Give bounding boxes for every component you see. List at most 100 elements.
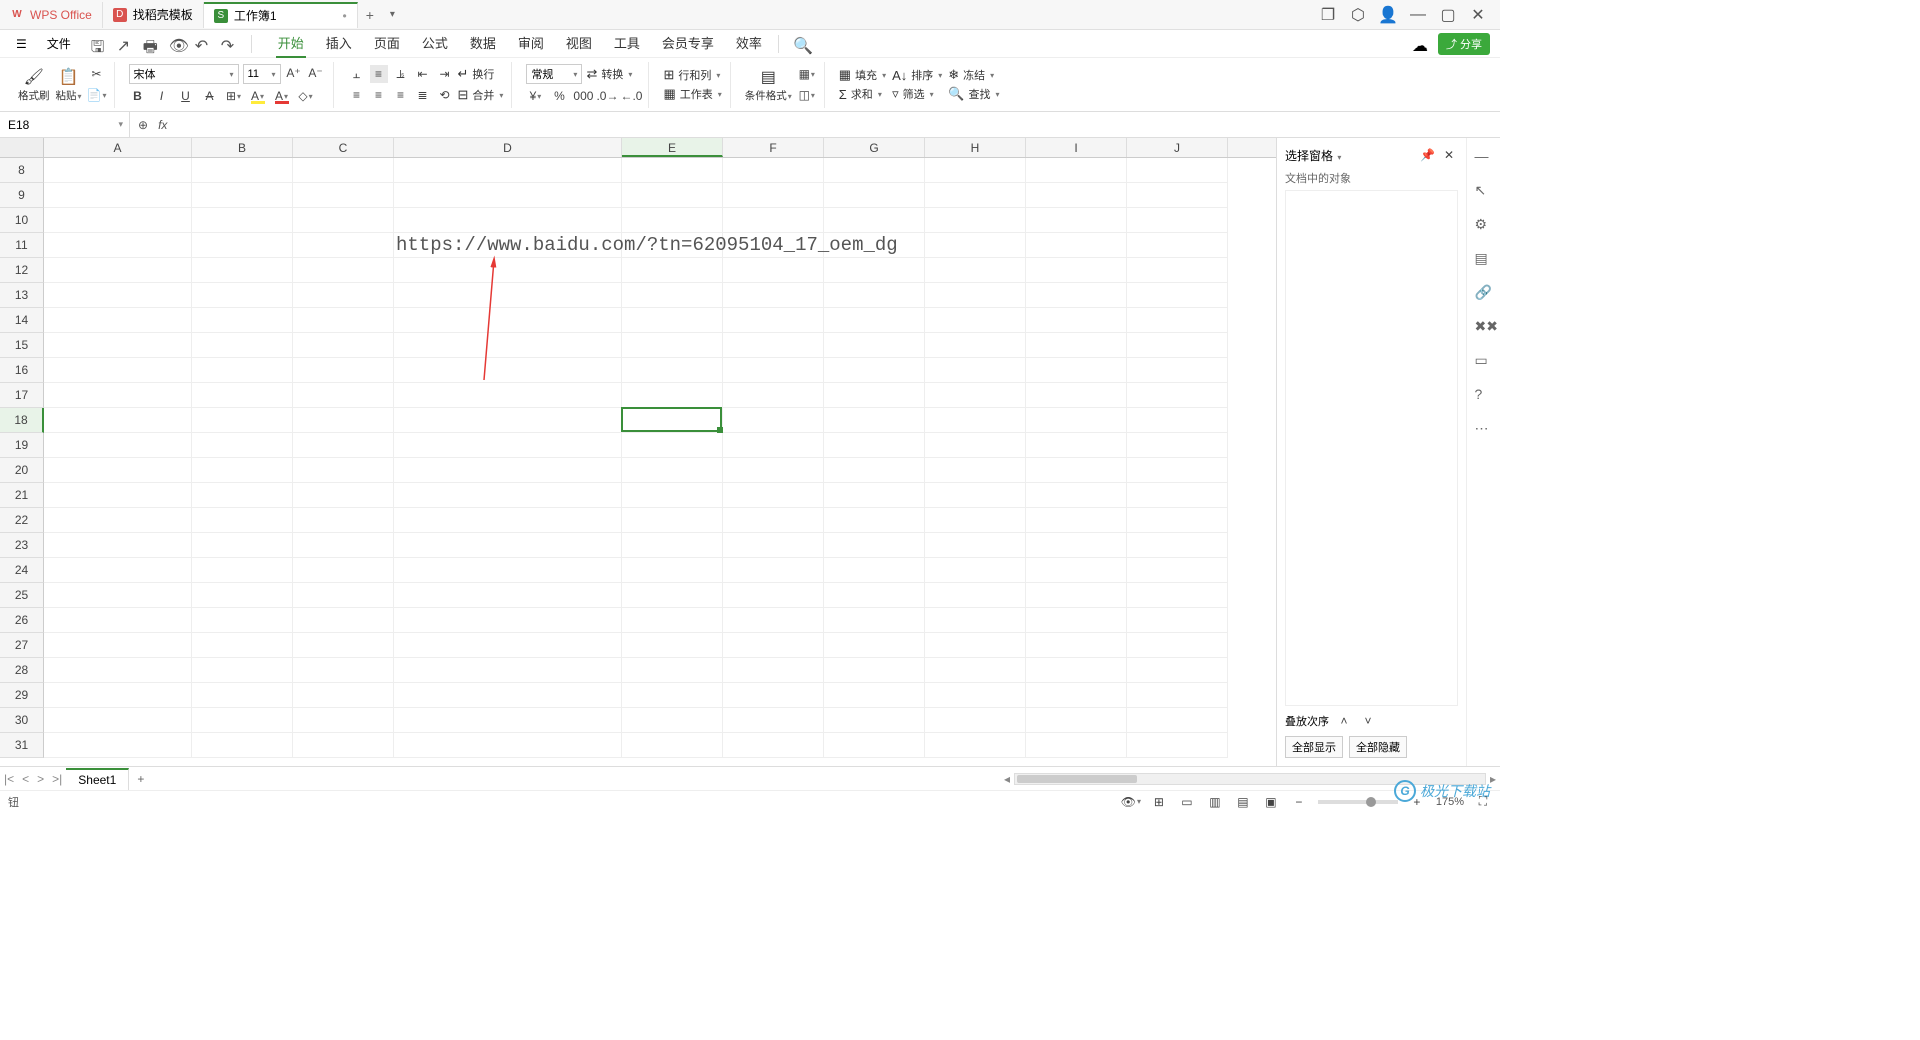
cell-D16[interactable] bbox=[394, 358, 622, 383]
border-button[interactable]: ⊞▾ bbox=[225, 87, 243, 105]
cell-A14[interactable] bbox=[44, 308, 192, 333]
expand-icon[interactable]: ⊕ bbox=[138, 118, 148, 132]
cell-style-icon[interactable]: ◫▾ bbox=[798, 86, 816, 104]
cell-F15[interactable] bbox=[723, 333, 824, 358]
row-header-13[interactable]: 13 bbox=[0, 283, 44, 308]
cell-C20[interactable] bbox=[293, 458, 394, 483]
cell-A19[interactable] bbox=[44, 433, 192, 458]
cell-E18[interactable] bbox=[622, 408, 723, 433]
col-header-I[interactable]: I bbox=[1026, 138, 1127, 157]
preview-icon[interactable]: 👁 bbox=[169, 36, 185, 52]
cell-B26[interactable] bbox=[192, 608, 293, 633]
cell-G27[interactable] bbox=[824, 633, 925, 658]
cell-B17[interactable] bbox=[192, 383, 293, 408]
row-header-23[interactable]: 23 bbox=[0, 533, 44, 558]
cell-C12[interactable] bbox=[293, 258, 394, 283]
cell-G25[interactable] bbox=[824, 583, 925, 608]
merge-button[interactable]: ⊟合并▾ bbox=[458, 86, 504, 104]
col-header-H[interactable]: H bbox=[925, 138, 1026, 157]
cell-C13[interactable] bbox=[293, 283, 394, 308]
cell-D23[interactable] bbox=[394, 533, 622, 558]
sum-button[interactable]: Σ求和▾ bbox=[839, 86, 886, 102]
cell-F17[interactable] bbox=[723, 383, 824, 408]
convert-button[interactable]: ⇄转换▾ bbox=[586, 64, 632, 84]
cell-C30[interactable] bbox=[293, 708, 394, 733]
cell-A22[interactable] bbox=[44, 508, 192, 533]
cell-I11[interactable] bbox=[1026, 233, 1127, 258]
copy-icon[interactable]: 📄▾ bbox=[88, 86, 106, 104]
row-header-29[interactable]: 29 bbox=[0, 683, 44, 708]
cell-F27[interactable] bbox=[723, 633, 824, 658]
cell-A30[interactable] bbox=[44, 708, 192, 733]
cell-I18[interactable] bbox=[1026, 408, 1127, 433]
cell-C17[interactable] bbox=[293, 383, 394, 408]
cell-E20[interactable] bbox=[622, 458, 723, 483]
cell-J21[interactable] bbox=[1127, 483, 1228, 508]
cell-F26[interactable] bbox=[723, 608, 824, 633]
cell-D15[interactable] bbox=[394, 333, 622, 358]
cell-A8[interactable] bbox=[44, 158, 192, 183]
font-size-select[interactable]: 11▾ bbox=[243, 64, 281, 84]
cell-E29[interactable] bbox=[622, 683, 723, 708]
cell-C9[interactable] bbox=[293, 183, 394, 208]
cell-B14[interactable] bbox=[192, 308, 293, 333]
cell-J28[interactable] bbox=[1127, 658, 1228, 683]
row-header-16[interactable]: 16 bbox=[0, 358, 44, 383]
cell-G20[interactable] bbox=[824, 458, 925, 483]
cell-A21[interactable] bbox=[44, 483, 192, 508]
cell-E25[interactable] bbox=[622, 583, 723, 608]
hide-all-button[interactable]: 全部隐藏 bbox=[1349, 736, 1407, 758]
name-box[interactable]: E18 bbox=[0, 112, 130, 137]
strike-button[interactable]: A bbox=[201, 87, 219, 105]
cell-E14[interactable] bbox=[622, 308, 723, 333]
align-bottom-icon[interactable]: ⫡ bbox=[392, 65, 410, 83]
menu-tab-效率[interactable]: 效率 bbox=[734, 29, 764, 58]
save-icon[interactable]: 🖫 bbox=[91, 36, 107, 52]
cell-F18[interactable] bbox=[723, 408, 824, 433]
cell-G16[interactable] bbox=[824, 358, 925, 383]
cell-F21[interactable] bbox=[723, 483, 824, 508]
cell-F22[interactable] bbox=[723, 508, 824, 533]
cell-A29[interactable] bbox=[44, 683, 192, 708]
align-middle-icon[interactable]: ≡ bbox=[370, 65, 388, 83]
col-header-D[interactable]: D bbox=[394, 138, 622, 157]
col-header-A[interactable]: A bbox=[44, 138, 192, 157]
zoom-out-icon[interactable]: − bbox=[1290, 793, 1308, 811]
percent-icon[interactable]: % bbox=[550, 87, 568, 105]
increase-font-icon[interactable]: A⁺ bbox=[285, 64, 303, 82]
cell-D19[interactable] bbox=[394, 433, 622, 458]
cell-H21[interactable] bbox=[925, 483, 1026, 508]
cell-B20[interactable] bbox=[192, 458, 293, 483]
layers-icon[interactable]: ▤ bbox=[1475, 250, 1493, 268]
cell-G21[interactable] bbox=[824, 483, 925, 508]
cell-F20[interactable] bbox=[723, 458, 824, 483]
cell-B22[interactable] bbox=[192, 508, 293, 533]
cell-H26[interactable] bbox=[925, 608, 1026, 633]
cell-I12[interactable] bbox=[1026, 258, 1127, 283]
fill-color-button[interactable]: A▾ bbox=[249, 87, 267, 105]
number-format-select[interactable]: 常规▾ bbox=[526, 64, 582, 84]
cell-J11[interactable] bbox=[1127, 233, 1228, 258]
row-header-14[interactable]: 14 bbox=[0, 308, 44, 333]
menu-tab-视图[interactable]: 视图 bbox=[564, 29, 594, 58]
cell-C28[interactable] bbox=[293, 658, 394, 683]
col-header-G[interactable]: G bbox=[824, 138, 925, 157]
cell-J30[interactable] bbox=[1127, 708, 1228, 733]
row-header-9[interactable]: 9 bbox=[0, 183, 44, 208]
cell-F13[interactable] bbox=[723, 283, 824, 308]
select-icon[interactable]: ↖ bbox=[1475, 182, 1493, 200]
row-header-12[interactable]: 12 bbox=[0, 258, 44, 283]
panel-title[interactable]: 选择窗格 ▾ bbox=[1285, 147, 1341, 164]
cell-E15[interactable] bbox=[622, 333, 723, 358]
cell-D22[interactable] bbox=[394, 508, 622, 533]
cell-J26[interactable] bbox=[1127, 608, 1228, 633]
cell-I31[interactable] bbox=[1026, 733, 1127, 758]
cell-G29[interactable] bbox=[824, 683, 925, 708]
sheet-nav-last[interactable]: >| bbox=[48, 772, 66, 786]
view-break-icon[interactable]: ▤ bbox=[1234, 793, 1252, 811]
cell-B9[interactable] bbox=[192, 183, 293, 208]
cell-J27[interactable] bbox=[1127, 633, 1228, 658]
cell-C11[interactable] bbox=[293, 233, 394, 258]
align-left-icon[interactable]: ≡ bbox=[348, 86, 366, 104]
freeze-button[interactable]: ❄冻结▾ bbox=[948, 67, 999, 83]
